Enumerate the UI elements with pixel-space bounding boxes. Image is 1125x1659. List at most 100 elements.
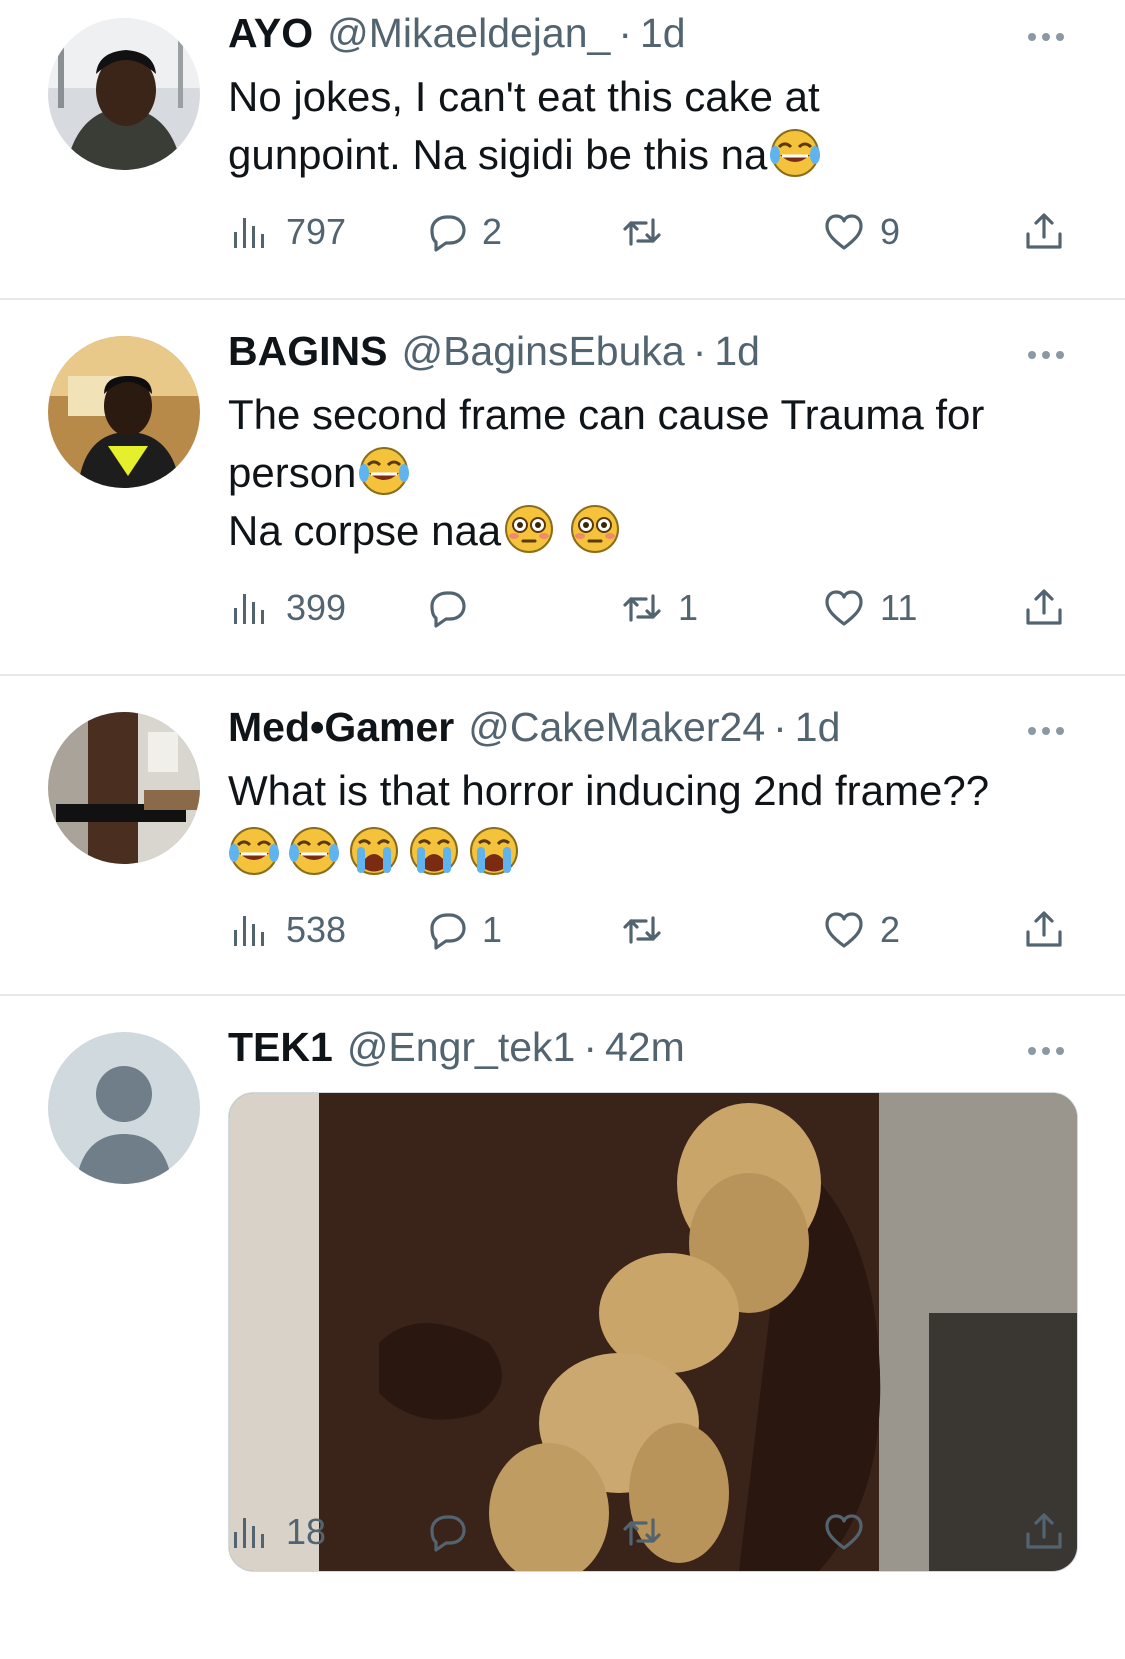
retweet-count: 1 xyxy=(678,587,699,628)
like-button[interactable] xyxy=(822,1504,880,1560)
like-icon xyxy=(825,214,863,250)
reply-count: 1 xyxy=(482,909,503,950)
tweet-actions: 797 2 9 xyxy=(228,204,1088,260)
like-button[interactable]: 11 xyxy=(822,580,917,636)
tweet-header: AYO @Mikaeldejan_ · 1d xyxy=(228,10,686,64)
reply-icon xyxy=(430,215,466,252)
views-count: 399 xyxy=(286,587,347,628)
reply-icon xyxy=(430,591,466,628)
like-button[interactable]: 2 xyxy=(822,902,900,958)
timestamp[interactable]: 1d xyxy=(640,10,686,57)
tweet-text: No jokes, I can't eat this cake at gunpo… xyxy=(228,68,1098,184)
tweet-media-image[interactable] xyxy=(228,1092,1078,1572)
reply-button[interactable]: 2 xyxy=(424,204,502,260)
timestamp[interactable]: 1d xyxy=(714,328,760,375)
share-button[interactable] xyxy=(1022,902,1066,958)
like-button[interactable]: 9 xyxy=(822,204,900,260)
tweet-3[interactable]: Med•Gamer @CakeMaker24 · 1d What is that… xyxy=(0,676,1125,996)
more-icon[interactable] xyxy=(1028,27,1072,47)
username[interactable]: @Mikaeldejan_ xyxy=(327,10,610,57)
retweet-icon xyxy=(623,218,661,246)
display-name[interactable]: TEK1 xyxy=(228,1024,333,1071)
face-with-tears-of-joy-emoji xyxy=(228,826,280,876)
share-button[interactable] xyxy=(1022,1504,1066,1560)
tweet-text-line: person xyxy=(228,449,357,496)
username[interactable]: @CakeMaker24 xyxy=(468,704,765,751)
timestamp[interactable]: 1d xyxy=(795,704,841,751)
more-icon[interactable] xyxy=(1028,721,1072,741)
retweet-icon xyxy=(623,916,661,944)
loudly-crying-face-emoji xyxy=(409,826,459,876)
reply-button[interactable] xyxy=(424,1504,482,1560)
views-button[interactable]: 18 xyxy=(228,1504,326,1560)
reply-icon xyxy=(430,1515,466,1552)
share-icon xyxy=(1026,213,1062,249)
tweet-text-line: Na corpse naa xyxy=(228,507,502,554)
tweet-1[interactable]: AYO @Mikaeldejan_ · 1d No jokes, I can't… xyxy=(0,0,1125,300)
tweet-actions: 399 1 11 xyxy=(228,580,1088,636)
avatar[interactable] xyxy=(48,712,200,864)
loudly-crying-face-emoji xyxy=(469,826,519,876)
face-with-tears-of-joy-emoji xyxy=(358,446,411,496)
separator-dot: · xyxy=(773,704,787,750)
views-icon xyxy=(234,1518,264,1548)
tweet-text-line: No jokes, I can't eat this cake at xyxy=(228,73,820,120)
like-count: 9 xyxy=(880,211,901,252)
views-button[interactable]: 538 xyxy=(228,902,346,958)
tweet-actions: 18 xyxy=(228,1504,1088,1560)
retweet-button[interactable]: 1 xyxy=(620,580,698,636)
share-button[interactable] xyxy=(1022,204,1066,260)
avatar[interactable] xyxy=(48,18,200,170)
retweet-button[interactable] xyxy=(620,204,678,260)
display-name[interactable]: BAGINS xyxy=(228,328,387,375)
tweet-header: BAGINS @BaginsEbuka · 1d xyxy=(228,328,760,382)
reply-button[interactable] xyxy=(424,580,482,636)
views-button[interactable]: 797 xyxy=(228,204,346,260)
tweet-4[interactable]: TEK1 @Engr_tek1 · 42m 18 xyxy=(0,996,1125,1659)
views-icon xyxy=(234,218,264,248)
timestamp[interactable]: 42m xyxy=(605,1024,685,1071)
views-count: 797 xyxy=(286,211,347,252)
separator-dot: · xyxy=(618,10,632,56)
tweet-text: The second frame can cause Trauma for pe… xyxy=(228,386,1098,560)
loudly-crying-face-emoji xyxy=(349,826,399,876)
share-button[interactable] xyxy=(1022,580,1066,636)
tweet-text-line: The second frame can cause Trauma for xyxy=(228,391,985,438)
reply-icon xyxy=(430,913,466,950)
default-avatar[interactable] xyxy=(48,1032,200,1184)
tweet-header: Med•Gamer @CakeMaker24 · 1d xyxy=(228,704,840,758)
tweet-actions: 538 1 2 xyxy=(228,902,1088,958)
more-icon[interactable] xyxy=(1028,345,1072,365)
retweet-icon xyxy=(623,594,661,622)
like-icon xyxy=(825,1514,863,1550)
like-count: 2 xyxy=(880,909,901,950)
separator-dot: · xyxy=(692,328,707,374)
views-icon xyxy=(234,594,264,624)
username[interactable]: @BaginsEbuka xyxy=(401,328,684,375)
views-button[interactable]: 399 xyxy=(228,580,346,636)
views-count: 18 xyxy=(286,1511,327,1552)
face-with-tears-of-joy-emoji xyxy=(769,128,822,178)
tweet-text-line: What is that horror inducing 2nd frame?? xyxy=(228,767,990,814)
avatar[interactable] xyxy=(48,336,200,488)
retweet-button[interactable] xyxy=(620,1504,678,1560)
share-icon xyxy=(1026,589,1062,625)
tweet-2[interactable]: BAGINS @BaginsEbuka · 1d The second fram… xyxy=(0,300,1125,676)
tweet-header: TEK1 @Engr_tek1 · 42m xyxy=(228,1024,685,1078)
tweet-text: What is that horror inducing 2nd frame?? xyxy=(228,762,1098,882)
views-count: 538 xyxy=(286,909,347,950)
reply-count: 2 xyxy=(482,211,503,252)
username[interactable]: @Engr_tek1 xyxy=(347,1024,576,1071)
like-icon xyxy=(825,590,863,626)
retweet-button[interactable] xyxy=(620,902,678,958)
views-icon xyxy=(234,916,264,946)
like-icon xyxy=(825,912,863,948)
tweet-text-line: gunpoint. Na sigidi be this na xyxy=(228,131,768,178)
reply-button[interactable]: 1 xyxy=(424,902,502,958)
face-with-tears-of-joy-emoji xyxy=(288,826,340,876)
display-name[interactable]: AYO xyxy=(228,10,313,57)
share-icon xyxy=(1026,1513,1062,1549)
more-icon[interactable] xyxy=(1028,1041,1072,1061)
separator-dot: · xyxy=(583,1024,597,1070)
display-name[interactable]: Med•Gamer xyxy=(228,704,454,751)
